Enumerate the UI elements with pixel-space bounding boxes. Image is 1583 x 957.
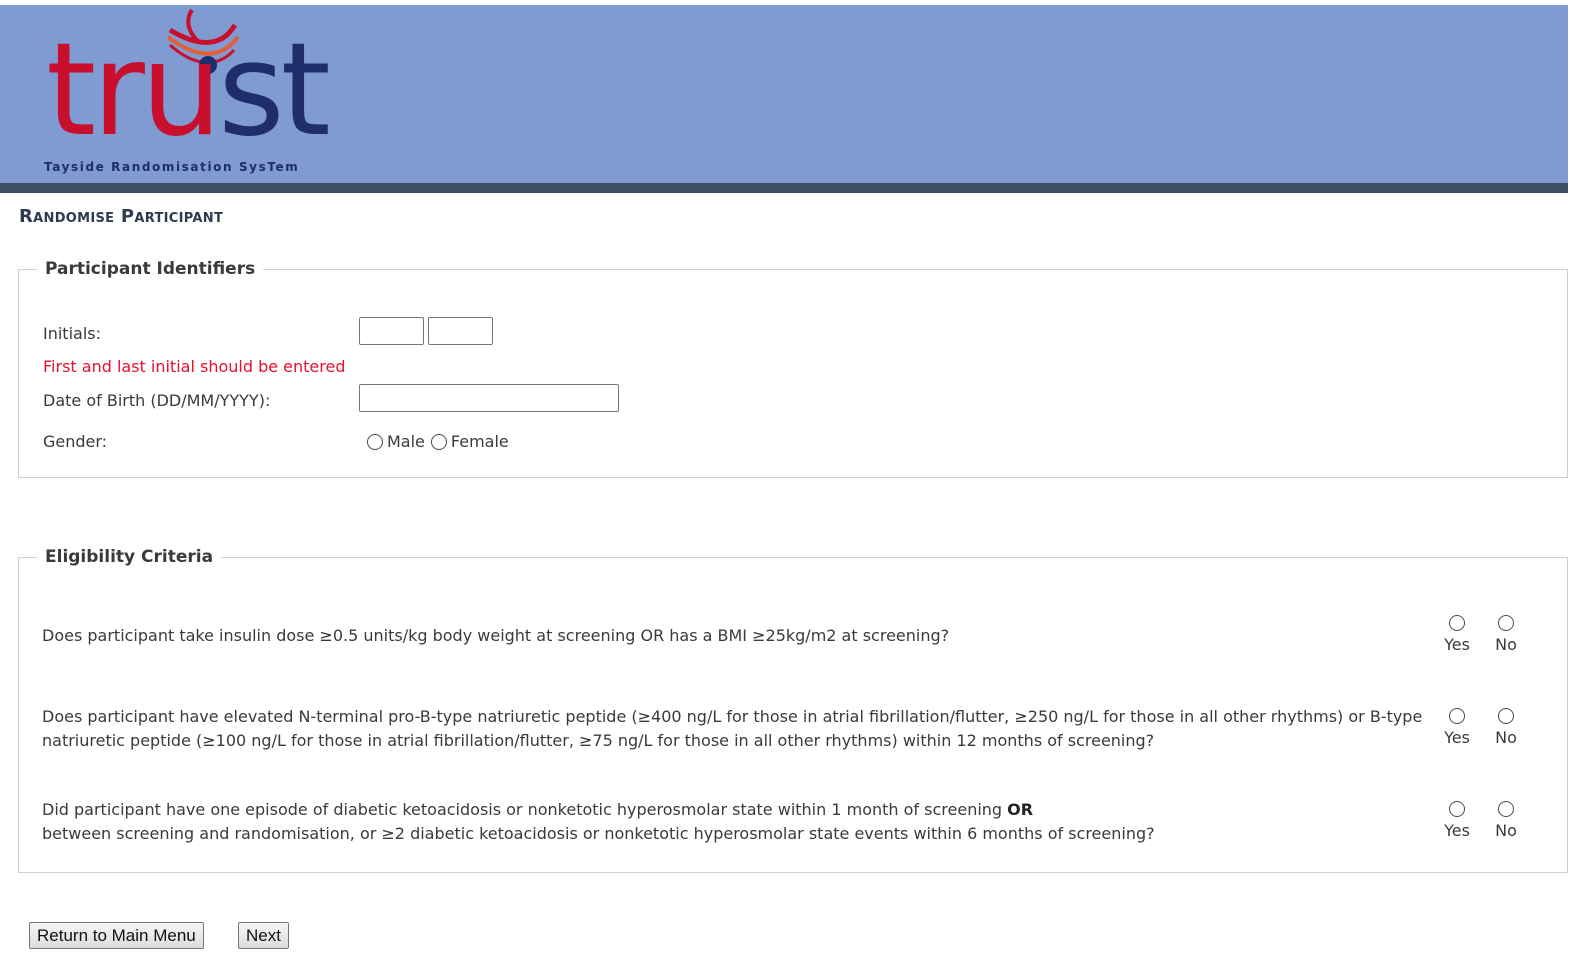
question-2-no-radio[interactable] — [1498, 708, 1514, 724]
question-1-no-radio[interactable] — [1498, 615, 1514, 631]
trust-logo: trust Tayside Randomisation SysTem — [20, 5, 350, 183]
gender-female-radio[interactable] — [430, 433, 447, 450]
question-3-text-bold: OR — [1007, 800, 1034, 819]
question-2-yes: Yes — [1444, 708, 1470, 747]
question-3-text-before: Did participant have one episode of diab… — [42, 800, 1008, 819]
question-2-yes-radio[interactable] — [1449, 708, 1465, 724]
gender-male-radio[interactable] — [367, 433, 383, 450]
yes-label: Yes — [1444, 635, 1470, 654]
next-button[interactable]: Next — [238, 922, 289, 949]
initial-last-input[interactable] — [428, 317, 493, 345]
gender-male-label: Male — [387, 432, 425, 451]
question-1-yes: Yes — [1444, 615, 1470, 654]
section-legend: Eligibility Criteria — [45, 547, 214, 567]
question-3-no-radio[interactable] — [1498, 801, 1514, 817]
yes-label: Yes — [1444, 728, 1470, 747]
initials-error-message: First and last initial should be entered — [43, 357, 346, 376]
return-to-main-menu-button[interactable]: Return to Main Menu — [29, 922, 204, 949]
header-divider-bar — [0, 183, 1568, 193]
no-label: No — [1495, 635, 1517, 654]
logo-tagline: Tayside Randomisation SysTem — [44, 160, 300, 174]
initials-label: Initials: — [43, 324, 101, 343]
question-2-no: No — [1493, 708, 1519, 747]
question-3-no: No — [1493, 801, 1519, 840]
no-label: No — [1495, 821, 1517, 840]
eligibility-question-2: Does participant have elevated N-termina… — [42, 707, 1423, 750]
gender-radio-group: Male Female — [367, 432, 515, 451]
question-3-text-after: between screening and randomisation, or … — [42, 824, 1155, 843]
section-legend: Participant Identifiers — [45, 259, 256, 279]
gender-label: Gender: — [43, 432, 108, 451]
eligibility-question-3: Did participant have one episode of diab… — [42, 798, 1432, 846]
gender-female-label: Female — [450, 432, 509, 451]
logo-wordmark: trust — [46, 16, 331, 165]
eligibility-question-1: Does participant take insulin dose ≥0.5 … — [42, 626, 950, 645]
page-title: Randomise Participant — [19, 206, 224, 227]
question-1-yes-radio[interactable] — [1449, 615, 1465, 631]
question-3-yes-radio[interactable] — [1449, 801, 1465, 817]
dob-label: Date of Birth (DD/MM/YYYY): — [43, 391, 271, 410]
question-3-yes: Yes — [1444, 801, 1470, 840]
header-banner: trust Tayside Randomisation SysTem — [0, 5, 1568, 183]
yes-label: Yes — [1444, 821, 1470, 840]
dob-input[interactable] — [359, 384, 619, 412]
no-label: No — [1495, 728, 1517, 747]
question-1-no: No — [1493, 615, 1519, 654]
initial-first-input[interactable] — [359, 317, 424, 345]
